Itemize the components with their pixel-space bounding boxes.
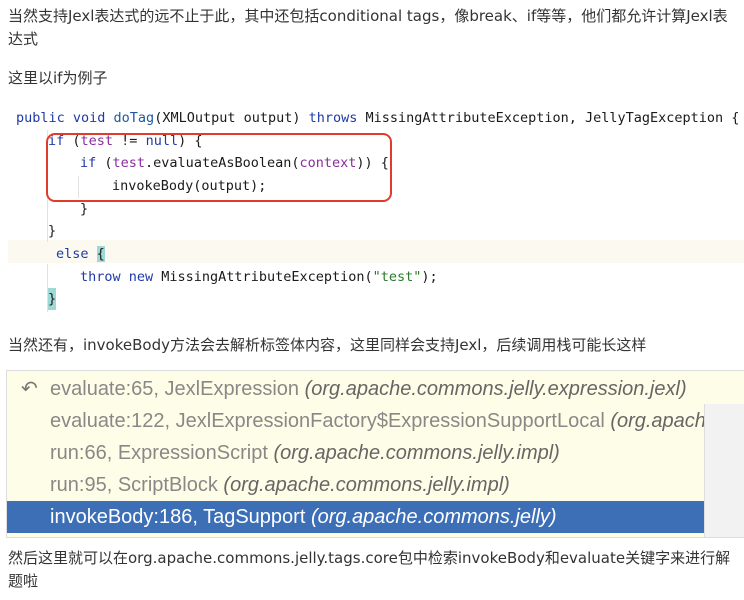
- stack-frame: ↶ evaluate:65, JexlExpression (org.apache…: [7, 373, 707, 405]
- code-screenshot: public void doTag(XMLOutput output) thro…: [0, 104, 744, 314]
- stack-frame: evaluate:122, JexlExpressionFactory$Expr…: [50, 410, 707, 432]
- intro-paragraph: 当然支持Jexl表达式的远不止于此，其中还包括conditional tags，…: [8, 7, 728, 48]
- stack-frame-selected: invokeBody:186, TagSupport (org.apache.c…: [7, 501, 707, 533]
- stack-frame: run:66, ExpressionScript (org.apache.com…: [50, 442, 560, 464]
- current-line-highlight: [8, 240, 744, 263]
- code-line: else {: [56, 246, 105, 262]
- code-line: public void doTag(XMLOutput output) thro…: [16, 110, 740, 126]
- code-line: }: [48, 223, 57, 239]
- code-line: }: [48, 288, 57, 310]
- stack-frame: run:95, ScriptBlock (org.apache.commons.…: [50, 474, 510, 496]
- highlight-box: [46, 133, 392, 202]
- side-panel: [704, 404, 744, 537]
- example-paragraph: 这里以if为例子: [8, 69, 108, 87]
- return-arrow-icon: ↶: [21, 378, 38, 400]
- code-line: throw new MissingAttributeException("tes…: [80, 269, 438, 285]
- conclusion-paragraph: 然后这里就可以在org.apache.commons.jelly.tags.co…: [8, 549, 731, 590]
- invoke-paragraph: 当然还有，invokeBody方法会去解析标签体内容，这里同样会支持Jexl，后…: [8, 336, 647, 354]
- call-stack-screenshot: ↶ evaluate:65, JexlExpression (org.apache…: [6, 370, 744, 538]
